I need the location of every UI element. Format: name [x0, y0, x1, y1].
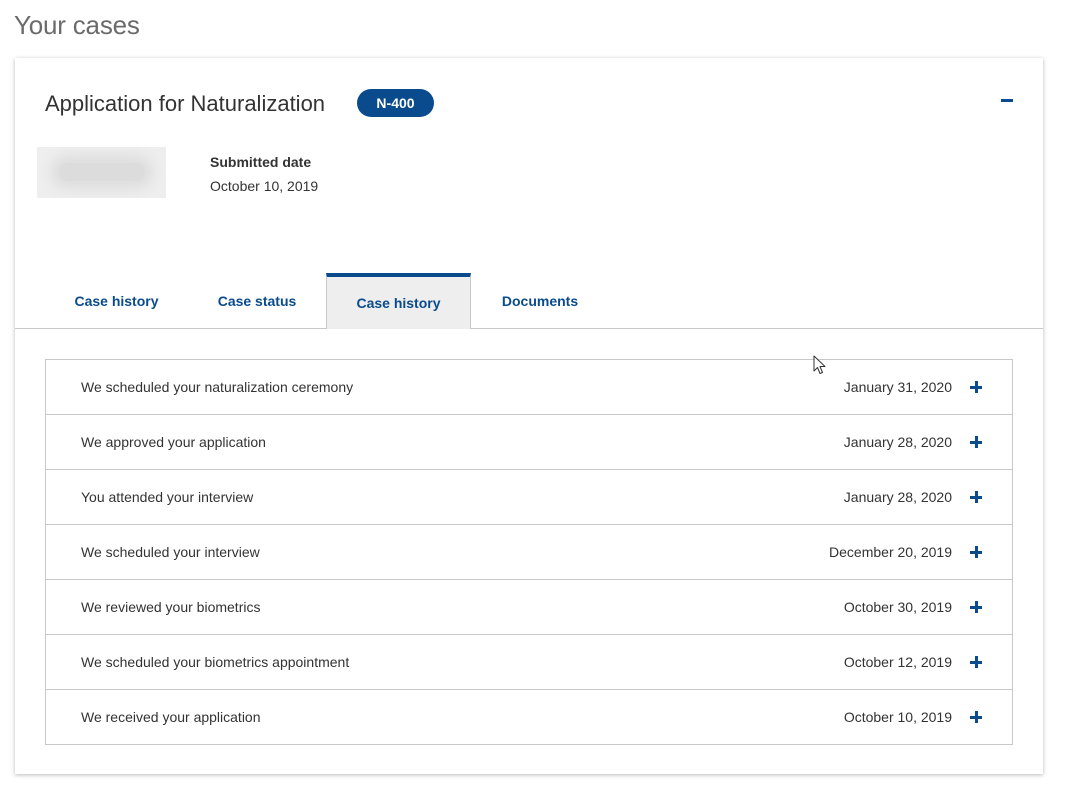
- history-date: January 31, 2020: [843, 379, 952, 395]
- plus-icon[interactable]: [970, 381, 982, 393]
- history-date: October 30, 2019: [843, 599, 952, 615]
- redacted-receipt-number: [37, 147, 166, 198]
- history-event: We received your application: [81, 709, 261, 725]
- history-event: We approved your application: [81, 434, 266, 450]
- tab-case-history-active[interactable]: Case history: [326, 273, 471, 329]
- plus-icon[interactable]: [970, 711, 982, 723]
- minus-icon: [1001, 98, 1013, 102]
- history-date: January 28, 2020: [843, 489, 952, 505]
- history-row[interactable]: We received your application October 10,…: [46, 689, 1012, 744]
- history-row[interactable]: We reviewed your biometrics October 30, …: [46, 579, 1012, 634]
- history-date: October 10, 2019: [843, 709, 952, 725]
- history-row[interactable]: You attended your interview January 28, …: [46, 469, 1012, 524]
- history-event: We scheduled your interview: [81, 544, 260, 560]
- case-title: Application for Naturalization: [45, 91, 326, 116]
- tab-case-status[interactable]: Case status: [188, 273, 326, 328]
- case-history-list: We scheduled your naturalization ceremon…: [45, 359, 1013, 745]
- history-event: You attended your interview: [81, 489, 254, 505]
- tab-documents[interactable]: Documents: [471, 273, 609, 328]
- history-row[interactable]: We scheduled your interview December 20,…: [46, 524, 1012, 579]
- submitted-date-value: October 10, 2019: [210, 178, 319, 194]
- collapse-button[interactable]: [998, 91, 1016, 109]
- history-row[interactable]: We scheduled your naturalization ceremon…: [46, 360, 1012, 414]
- history-date: January 28, 2020: [843, 434, 952, 450]
- history-date: December 20, 2019: [829, 544, 952, 560]
- history-row[interactable]: We scheduled your biometrics appointment…: [46, 634, 1012, 689]
- case-card: Application for Naturalization N-400 Sub…: [15, 58, 1043, 774]
- history-event: We scheduled your biometrics appointment: [81, 654, 350, 670]
- form-badge: N-400: [357, 89, 434, 117]
- plus-icon[interactable]: [970, 656, 982, 668]
- history-event: We scheduled your naturalization ceremon…: [81, 379, 354, 395]
- history-event: We reviewed your biometrics: [81, 599, 261, 615]
- page-heading: Your cases: [14, 10, 140, 40]
- history-date: October 12, 2019: [843, 654, 952, 670]
- submitted-date-label: Submitted date: [210, 154, 312, 170]
- plus-icon[interactable]: [970, 436, 982, 448]
- plus-icon[interactable]: [970, 601, 982, 613]
- case-tabs: Case history Case status Case history Do…: [15, 273, 1043, 329]
- history-row[interactable]: We approved your application January 28,…: [46, 414, 1012, 469]
- plus-icon[interactable]: [970, 491, 982, 503]
- tab-case-history-1[interactable]: Case history: [45, 273, 188, 328]
- plus-icon[interactable]: [970, 546, 982, 558]
